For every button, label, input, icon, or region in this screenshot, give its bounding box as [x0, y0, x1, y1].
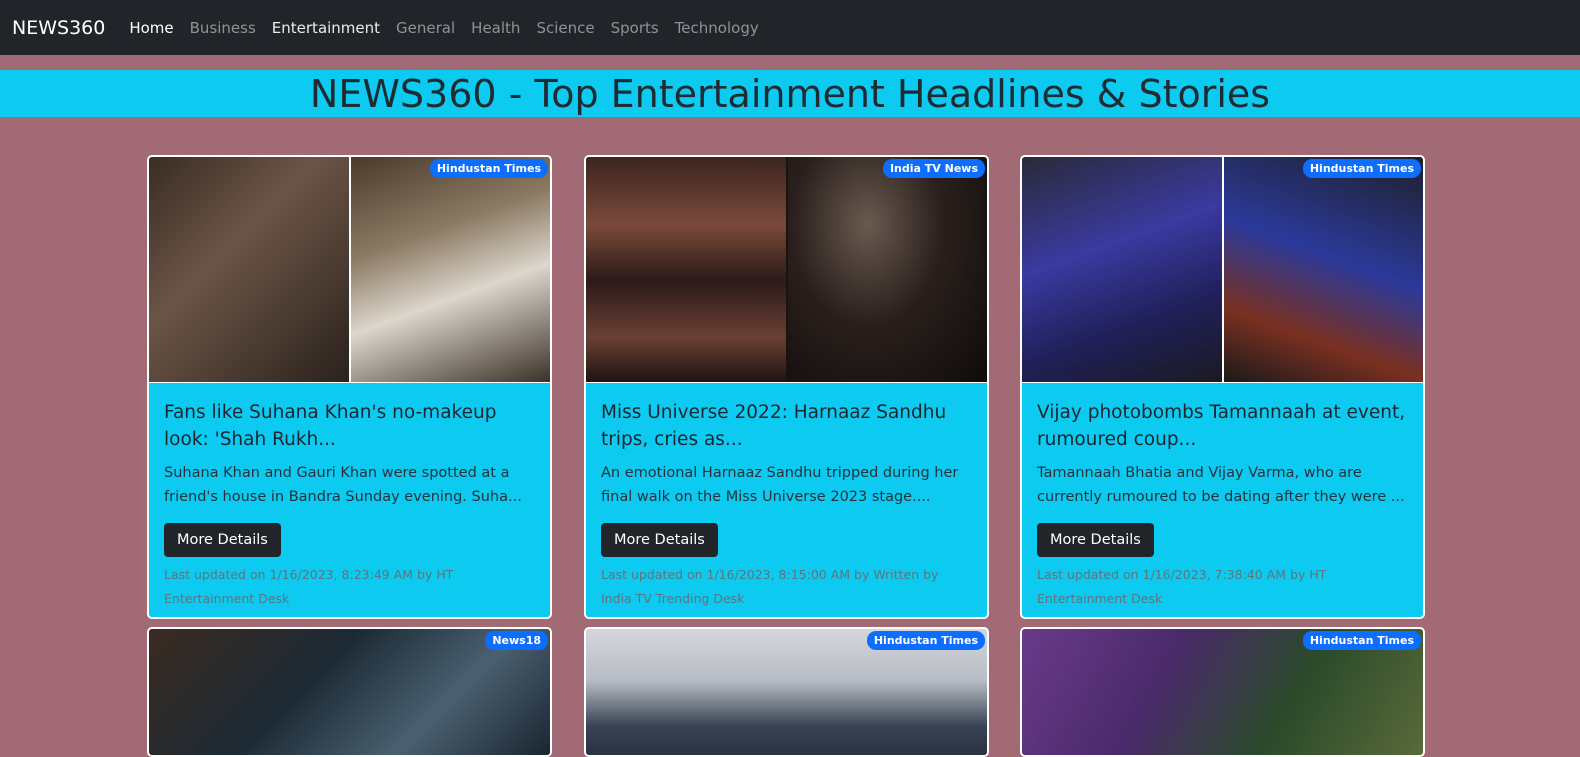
nav-link-science[interactable]: Science	[528, 19, 602, 37]
card-body: Miss Universe 2022: Harnaaz Sandhu trips…	[586, 383, 987, 617]
navbar: NEWS360 Home Business Entertainment Gene…	[0, 0, 1580, 55]
nav-link-health[interactable]: Health	[463, 19, 528, 37]
card-title: Vijay photobombs Tamannaah at event, rum…	[1037, 402, 1406, 450]
nav-link-technology[interactable]: Technology	[667, 19, 767, 37]
source-badge: Hindustan Times	[1302, 159, 1421, 178]
news-image: Hindustan Times	[1022, 157, 1423, 383]
more-details-button[interactable]: More Details	[601, 523, 718, 557]
source-badge: India TV News	[882, 159, 985, 178]
news-image: Hindustan Times	[1022, 629, 1423, 755]
card-description: Tamannaah Bhatia and Vijay Varma, who ar…	[1037, 465, 1405, 505]
nav-link-entertainment[interactable]: Entertainment	[264, 19, 388, 37]
news-image: India TV News	[586, 157, 987, 383]
nav-link-home[interactable]: Home	[121, 19, 181, 37]
nav-link-sports[interactable]: Sports	[603, 19, 667, 37]
nav-link-general[interactable]: General	[388, 19, 463, 37]
news-image: Hindustan Times	[586, 629, 987, 755]
nav-link-business[interactable]: Business	[182, 19, 264, 37]
more-details-button[interactable]: More Details	[164, 523, 281, 557]
more-details-button[interactable]: More Details	[1037, 523, 1154, 557]
news-card: Hindustan Times Vijay photobombs Tamanna…	[1020, 155, 1425, 619]
card-description: Suhana Khan and Gauri Khan were spotted …	[164, 465, 522, 505]
source-badge: Hindustan Times	[866, 631, 985, 650]
card-meta: Last updated on 1/16/2023, 8:15:00 AM by…	[601, 567, 939, 606]
news-card: Hindustan Times	[1020, 627, 1425, 757]
card-body: Fans like Suhana Khan's no-makeup look: …	[149, 383, 550, 617]
brand-logo[interactable]: NEWS360	[12, 17, 105, 39]
card-title: Miss Universe 2022: Harnaaz Sandhu trips…	[601, 402, 947, 450]
source-badge: Hindustan Times	[429, 159, 548, 178]
card-description: An emotional Harnaaz Sandhu tripped duri…	[601, 465, 959, 505]
card-meta: Last updated on 1/16/2023, 8:23:49 AM by…	[164, 567, 454, 606]
source-badge: News18	[485, 631, 548, 650]
page-heading-band: NEWS360 - Top Entertainment Headlines & …	[0, 70, 1580, 117]
news-image: Hindustan Times	[149, 157, 550, 383]
news-image: News18	[149, 629, 550, 755]
news-card: News18	[147, 627, 552, 757]
card-meta: Last updated on 1/16/2023, 7:38:40 AM by…	[1037, 567, 1327, 606]
news-card: Hindustan Times Fans like Suhana Khan's …	[147, 155, 552, 619]
news-card: India TV News Miss Universe 2022: Harnaa…	[584, 155, 989, 619]
card-title: Fans like Suhana Khan's no-makeup look: …	[164, 402, 497, 450]
source-badge: Hindustan Times	[1302, 631, 1421, 650]
card-body: Vijay photobombs Tamannaah at event, rum…	[1022, 383, 1423, 617]
news-card: Hindustan Times	[584, 627, 989, 757]
page-title: NEWS360 - Top Entertainment Headlines & …	[309, 71, 1271, 116]
